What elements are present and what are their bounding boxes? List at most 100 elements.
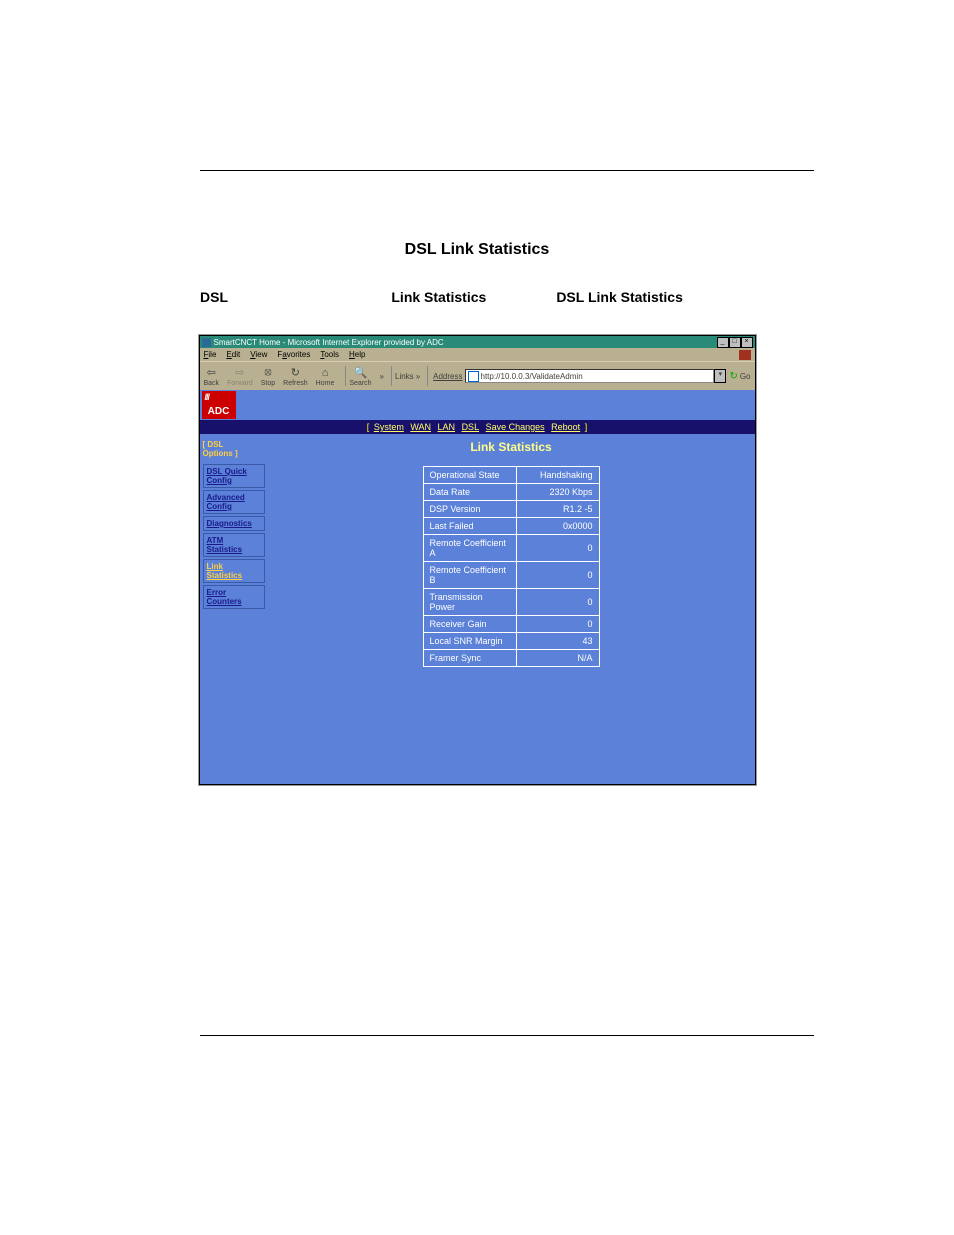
table-row: Receiver Gain0 (423, 616, 599, 633)
address-label: Address (433, 372, 462, 381)
forward-arrow-icon: ⇨ (233, 366, 247, 380)
back-arrow-icon: ⇦ (204, 366, 218, 380)
sidebar-item-dsl-quick-config[interactable]: DSL Quick Config (203, 464, 265, 488)
titlebar: SmartCNCT Home - Microsoft Internet Expl… (200, 336, 755, 348)
back-button[interactable]: ⇦Back (204, 366, 220, 387)
nav-system[interactable]: System (374, 422, 404, 432)
toolbar-separator (427, 366, 428, 386)
horizontal-rule-top (200, 170, 814, 171)
toolbar-separator (345, 366, 346, 386)
toolbar: ⇦Back ⇨Forward ⦻Stop ↻Refresh ⌂Home 🔍Sea… (200, 361, 755, 390)
go-button[interactable]: ↻Go (729, 371, 750, 382)
refresh-button[interactable]: ↻Refresh (283, 366, 308, 387)
main-area: [ DSL Options ] DSL Quick Config Advance… (200, 434, 755, 784)
sidebar-item-error-counters[interactable]: Error Counters (203, 585, 265, 609)
close-button[interactable]: × (741, 337, 753, 348)
nav-save-changes[interactable]: Save Changes (486, 422, 545, 432)
stats-table: Operational StateHandshaking Data Rate23… (423, 466, 600, 667)
browser-window: SmartCNCT Home - Microsoft Internet Expl… (199, 335, 756, 785)
page-icon (468, 371, 479, 382)
stat-value: N/A (516, 650, 599, 667)
stat-key: Receiver Gain (423, 616, 516, 633)
adc-logo: ADC (202, 391, 236, 419)
menu-help[interactable]: Help (349, 350, 365, 359)
address-dropdown-button[interactable]: ▾ (714, 369, 726, 383)
stop-button[interactable]: ⦻Stop (261, 366, 275, 387)
intro-line: DSL Link Statistics DSL Link Statistics (200, 289, 814, 305)
menu-tools[interactable]: Tools (320, 350, 339, 359)
table-row: Data Rate2320 Kbps (423, 484, 599, 501)
logo-row: ADC (200, 390, 755, 420)
go-icon: ↻ (729, 371, 737, 382)
stat-key: DSP Version (423, 501, 516, 518)
sidebar-item-advanced-config[interactable]: Advanced Config (203, 490, 265, 514)
menu-favorites[interactable]: Favorites (277, 350, 310, 359)
toolbar-separator (391, 366, 392, 386)
stat-key: Local SNR Margin (423, 633, 516, 650)
stat-key: Last Failed (423, 518, 516, 535)
content: Link Statistics Operational StateHandsha… (268, 434, 755, 764)
stat-key: Transmission Power (423, 589, 516, 616)
address-input[interactable]: http://10.0.0.3/ValidateAdmin (465, 369, 715, 383)
intro-word-link-stats: Link Statistics (391, 289, 486, 305)
sidebar: [ DSL Options ] DSL Quick Config Advance… (200, 434, 268, 764)
stop-icon: ⦻ (261, 366, 275, 380)
stat-value: Handshaking (516, 467, 599, 484)
stat-value: 0 (516, 589, 599, 616)
stat-value: 0 (516, 535, 599, 562)
stat-value: 2320 Kbps (516, 484, 599, 501)
window-controls: _□× (717, 336, 753, 348)
menu-edit[interactable]: Edit (226, 350, 240, 359)
menubar: File Edit View Favorites Tools Help (200, 348, 755, 361)
nav-dsl[interactable]: DSL (462, 422, 480, 432)
table-row: Remote Coefficient B0 (423, 562, 599, 589)
menu-file[interactable]: File (204, 350, 217, 359)
stat-key: Operational State (423, 467, 516, 484)
home-button[interactable]: ⌂Home (316, 366, 335, 387)
ie-icon (202, 338, 211, 347)
section-title: DSL Link Statistics (0, 241, 954, 259)
intro-word-dsl-link-stats: DSL Link Statistics (556, 289, 683, 305)
sidebar-item-link-statistics[interactable]: Link Statistics (203, 559, 265, 583)
maximize-button[interactable]: □ (729, 337, 741, 348)
stat-key: Data Rate (423, 484, 516, 501)
bracket-left: [ (367, 422, 370, 432)
nav-reboot[interactable]: Reboot (551, 422, 580, 432)
bracket-right: ] (585, 422, 588, 432)
sidebar-heading: [ DSL Options ] (203, 440, 265, 458)
refresh-icon: ↻ (288, 366, 302, 380)
search-button[interactable]: 🔍Search (349, 366, 371, 387)
toolbar-overflow-icon[interactable]: » (380, 372, 384, 381)
links-overflow-icon[interactable]: » (416, 372, 420, 381)
table-row: Remote Coefficient A0 (423, 535, 599, 562)
stat-value: 43 (516, 633, 599, 650)
search-icon: 🔍 (353, 366, 367, 380)
window-title: SmartCNCT Home - Microsoft Internet Expl… (214, 338, 444, 347)
intro-word-dsl: DSL (200, 289, 228, 305)
table-row: Transmission Power0 (423, 589, 599, 616)
forward-button[interactable]: ⇨Forward (227, 366, 253, 387)
stat-value: 0x0000 (516, 518, 599, 535)
top-nav: [ System WAN LAN DSL Save Changes Reboot… (200, 420, 755, 434)
stat-key: Remote Coefficient B (423, 562, 516, 589)
nav-lan[interactable]: LAN (438, 422, 456, 432)
links-label[interactable]: Links (395, 372, 414, 381)
windows-flag-icon (739, 350, 751, 360)
stat-key: Remote Coefficient A (423, 535, 516, 562)
menu-view[interactable]: View (250, 350, 267, 359)
sidebar-item-atm-statistics[interactable]: ATM Statistics (203, 533, 265, 557)
sidebar-item-diagnostics[interactable]: Diagnostics (203, 516, 265, 531)
table-row: Framer SyncN/A (423, 650, 599, 667)
nav-wan[interactable]: WAN (410, 422, 431, 432)
table-row: Operational StateHandshaking (423, 467, 599, 484)
table-row: DSP VersionR1.2 -5 (423, 501, 599, 518)
stat-value: R1.2 -5 (516, 501, 599, 518)
minimize-button[interactable]: _ (717, 337, 729, 348)
stat-key: Framer Sync (423, 650, 516, 667)
stat-value: 0 (516, 562, 599, 589)
stat-value: 0 (516, 616, 599, 633)
home-icon: ⌂ (318, 366, 332, 380)
table-row: Last Failed0x0000 (423, 518, 599, 535)
address-value: http://10.0.0.3/ValidateAdmin (481, 372, 583, 381)
page-heading: Link Statistics (278, 440, 745, 454)
